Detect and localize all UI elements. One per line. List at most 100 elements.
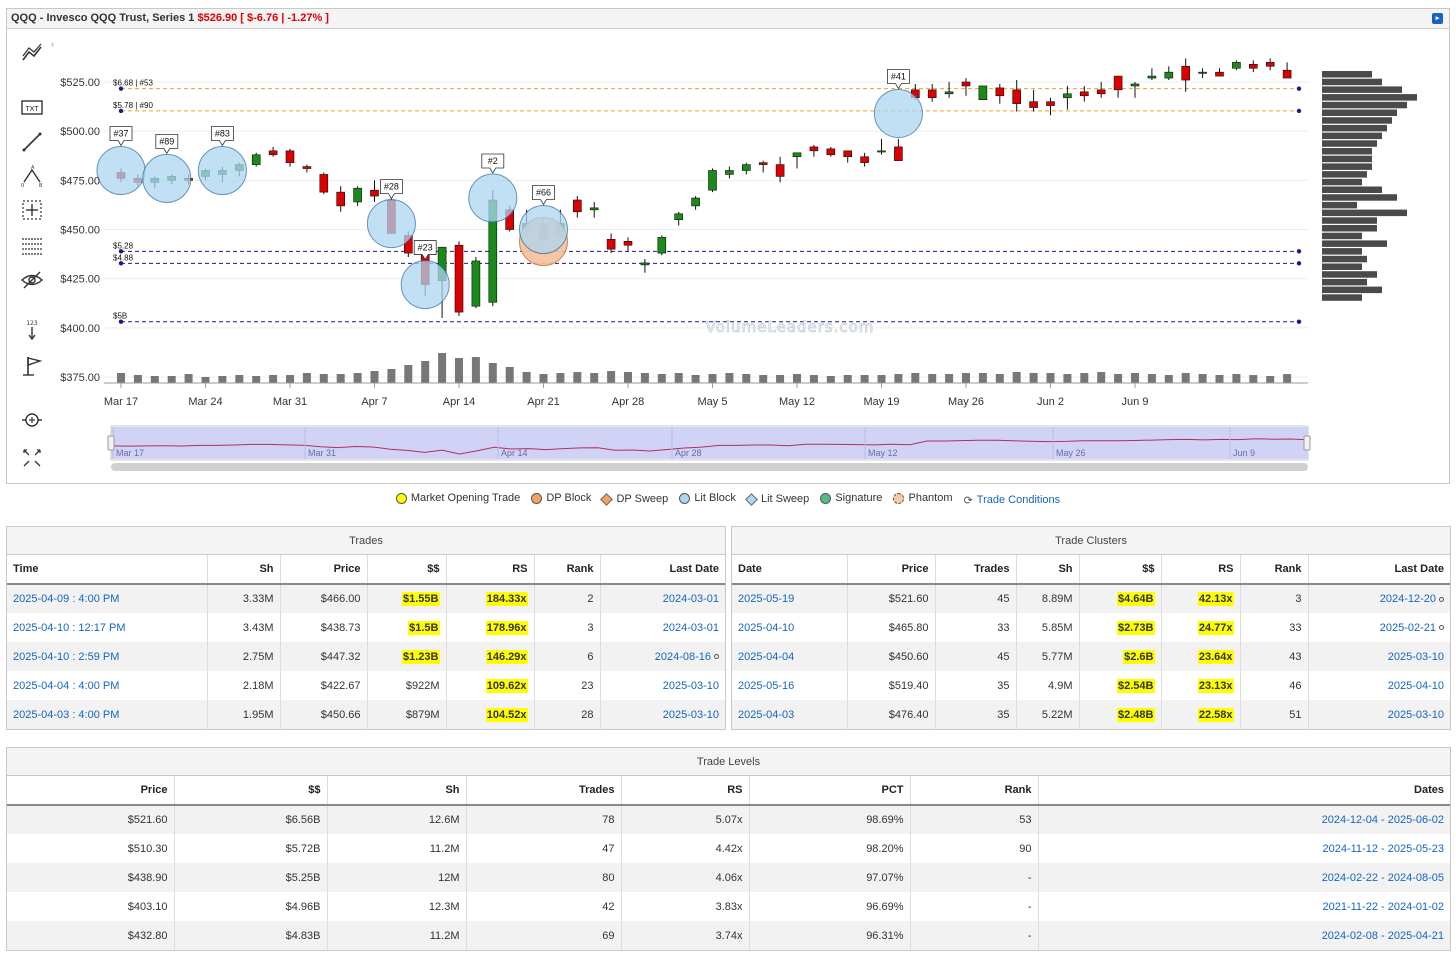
date-range[interactable]: 2021-11-22 - 2024-01-02 — [1038, 892, 1450, 921]
column-header[interactable]: Sh — [1016, 555, 1080, 585]
table-row[interactable]: $432.80 $4.83B 11.2M 69 3.74x 96.31% - 2024-02-… — [7, 921, 1450, 950]
navigator[interactable]: Mar 17 Mar 31 Apr 14 Apr 28 May 12 May 26 Jun … — [107, 425, 1311, 471]
last-date[interactable]: 2024-03-01 — [600, 584, 725, 613]
cluster-date[interactable]: 2025-04-03 — [732, 700, 848, 729]
table-row[interactable]: 2025-04-10 : 2:59 PM 2.75M $447.32 $1.23B 14… — [7, 642, 725, 671]
link[interactable]: 2024-08-16 — [655, 651, 711, 663]
column-header[interactable]: Dates — [1038, 776, 1450, 806]
column-header[interactable]: PCT — [749, 776, 911, 806]
column-header[interactable]: Last Date — [600, 555, 725, 585]
link[interactable]: 2025-05-16 — [738, 680, 794, 692]
column-header[interactable]: Rank — [910, 776, 1039, 806]
date-range[interactable]: 2024-12-04 - 2025-06-02 — [1038, 805, 1450, 834]
trade-time[interactable]: 2025-04-10 : 2:59 PM — [7, 642, 208, 671]
last-date[interactable]: 2025-03-10 — [600, 671, 725, 700]
trade-bubble[interactable]: #66 — [519, 185, 568, 266]
column-header[interactable]: $$ — [174, 776, 328, 806]
column-header[interactable]: Sh — [327, 776, 467, 806]
link[interactable]: 2025-03-10 — [1388, 651, 1444, 663]
column-header[interactable]: $$ — [367, 555, 447, 585]
column-header[interactable]: Date — [732, 555, 848, 585]
legend-lit-sweep[interactable]: Lit Sweep — [745, 492, 809, 506]
column-header[interactable]: Price — [847, 555, 936, 585]
link[interactable]: 2021-11-22 - 2024-01-02 — [1323, 901, 1445, 913]
table-row[interactable]: $521.60 $6.56B 12.6M 78 5.07x 98.69% 53 2024-12… — [7, 805, 1450, 834]
column-header[interactable]: Trades — [935, 555, 1017, 585]
table-row[interactable]: $438.90 $5.25B 12M 80 4.06x 97.07% - 2024-02-22… — [7, 863, 1450, 892]
table-row[interactable]: 2025-05-19 $521.60 45 8.89M $4.64B 42.13x 3 202… — [732, 584, 1450, 613]
column-header[interactable]: RS — [1161, 555, 1241, 585]
column-header[interactable]: RS — [621, 776, 750, 806]
column-header[interactable]: RS — [446, 555, 535, 585]
last-date[interactable]: 2025-03-10 — [600, 700, 725, 729]
date-range[interactable]: 2024-11-12 - 2025-05-23 — [1038, 834, 1450, 863]
legend-phantom[interactable]: Phantom — [893, 492, 953, 504]
trade-bubble[interactable]: #2 — [468, 153, 518, 223]
column-header[interactable]: Sh — [207, 555, 281, 585]
link[interactable]: 2025-04-04 : 4:00 PM — [13, 680, 119, 692]
legend-lit-block[interactable]: Lit Block — [679, 492, 736, 504]
link[interactable]: 2024-03-01 — [663, 593, 719, 605]
link[interactable]: 2025-04-03 — [738, 709, 794, 721]
trade-bubble[interactable]: #41 — [873, 69, 923, 138]
link[interactable]: 2025-02-21 — [1380, 622, 1436, 634]
link[interactable]: 2025-04-04 — [738, 651, 794, 663]
column-header[interactable]: Price — [7, 776, 175, 806]
navigator-left-handle[interactable] — [107, 435, 115, 451]
last-date[interactable]: 2024-12-20 — [1308, 584, 1450, 613]
cluster-date[interactable]: 2025-05-19 — [732, 584, 848, 613]
date-range[interactable]: 2024-02-22 - 2024-08-05 — [1038, 863, 1450, 892]
last-date[interactable]: 2024-03-01 — [600, 613, 725, 642]
table-row[interactable]: 2025-04-03 $476.40 35 5.22M $2.48B 22.58x 51 20… — [732, 700, 1450, 729]
last-date[interactable]: 2024-08-16 — [600, 642, 725, 671]
table-row[interactable]: 2025-04-04 : 4:00 PM 2.18M $422.67 $922M 109… — [7, 671, 725, 700]
legend-dp-sweep[interactable]: DP Sweep — [600, 492, 668, 506]
last-date[interactable]: 2025-04-10 — [1308, 671, 1450, 700]
link[interactable]: 2024-03-01 — [663, 622, 719, 634]
table-row[interactable]: 2025-05-16 $519.40 35 4.9M $2.54B 23.13x 46 202… — [732, 671, 1450, 700]
trade-time[interactable]: 2025-04-09 : 4:00 PM — [7, 584, 208, 613]
legend-market-opening-trade[interactable]: Market Opening Trade — [395, 492, 520, 504]
link[interactable]: 2025-04-10 : 2:59 PM — [13, 651, 119, 663]
table-row[interactable]: 2025-04-03 : 4:00 PM 1.95M $450.66 $879M 104… — [7, 700, 725, 729]
column-header[interactable]: $$ — [1079, 555, 1162, 585]
table-row[interactable]: 2025-04-10 : 12:17 PM 3.43M $438.73 $1.5B 17… — [7, 613, 725, 642]
navigator-selection[interactable] — [111, 427, 1308, 459]
column-header[interactable]: Rank — [1240, 555, 1309, 585]
last-date[interactable]: 2025-03-10 — [1308, 700, 1450, 729]
link[interactable]: 2025-04-09 : 4:00 PM — [13, 593, 119, 605]
link[interactable]: 2024-12-04 - 2025-06-02 — [1322, 814, 1444, 826]
date-range[interactable]: 2024-02-08 - 2025-04-21 — [1038, 921, 1450, 950]
cluster-date[interactable]: 2025-05-16 — [732, 671, 848, 700]
navigator-scrollbar[interactable] — [111, 463, 1308, 471]
cluster-date[interactable]: 2025-04-04 — [732, 642, 848, 671]
link[interactable]: 2024-02-22 - 2024-08-05 — [1322, 872, 1444, 884]
link[interactable]: 2025-04-03 : 4:00 PM — [13, 709, 119, 721]
link[interactable]: 2025-04-10 — [1388, 680, 1444, 692]
last-date[interactable]: 2025-03-10 — [1308, 642, 1450, 671]
last-date[interactable]: 2025-02-21 — [1308, 613, 1450, 642]
navigator-right-handle[interactable] — [1303, 435, 1311, 451]
table-row[interactable]: 2025-04-09 : 4:00 PM 3.33M $466.00 $1.55B 18… — [7, 584, 725, 613]
column-header[interactable]: Rank — [534, 555, 601, 585]
link[interactable]: 2025-04-10 : 12:17 PM — [13, 622, 126, 634]
trade-bubble[interactable]: #83 — [197, 126, 247, 195]
link[interactable]: 2024-12-20 — [1380, 593, 1436, 605]
price-chart[interactable]: $6.68 | #53$5.78 | #90$5.28$4.88$5B #37#… — [0, 0, 1456, 490]
link[interactable]: 2025-03-10 — [1388, 709, 1444, 721]
column-header[interactable]: Time — [7, 555, 208, 585]
link[interactable]: 2025-03-10 — [663, 709, 719, 721]
trade-time[interactable]: 2025-04-04 : 4:00 PM — [7, 671, 208, 700]
link[interactable]: 2025-03-10 — [663, 680, 719, 692]
trade-bubble[interactable]: #37 — [96, 126, 146, 195]
trade-conditions-link[interactable]: ⟳ Trade Conditions — [964, 494, 1061, 507]
link[interactable]: 2024-11-12 - 2025-05-23 — [1323, 843, 1445, 855]
link[interactable]: 2024-02-08 - 2025-04-21 — [1322, 930, 1444, 942]
table-row[interactable]: 2025-04-10 $465.80 33 5.85M $2.73B 24.77x 33 20… — [732, 613, 1450, 642]
link[interactable]: 2025-04-10 — [738, 622, 794, 634]
trade-time[interactable]: 2025-04-10 : 12:17 PM — [7, 613, 208, 642]
column-header[interactable]: Trades — [466, 776, 622, 806]
table-row[interactable]: 2025-04-04 $450.60 45 5.77M $2.6B 23.64x 43 202… — [732, 642, 1450, 671]
column-header[interactable]: Price — [280, 555, 368, 585]
column-header[interactable]: Last Date — [1308, 555, 1450, 585]
